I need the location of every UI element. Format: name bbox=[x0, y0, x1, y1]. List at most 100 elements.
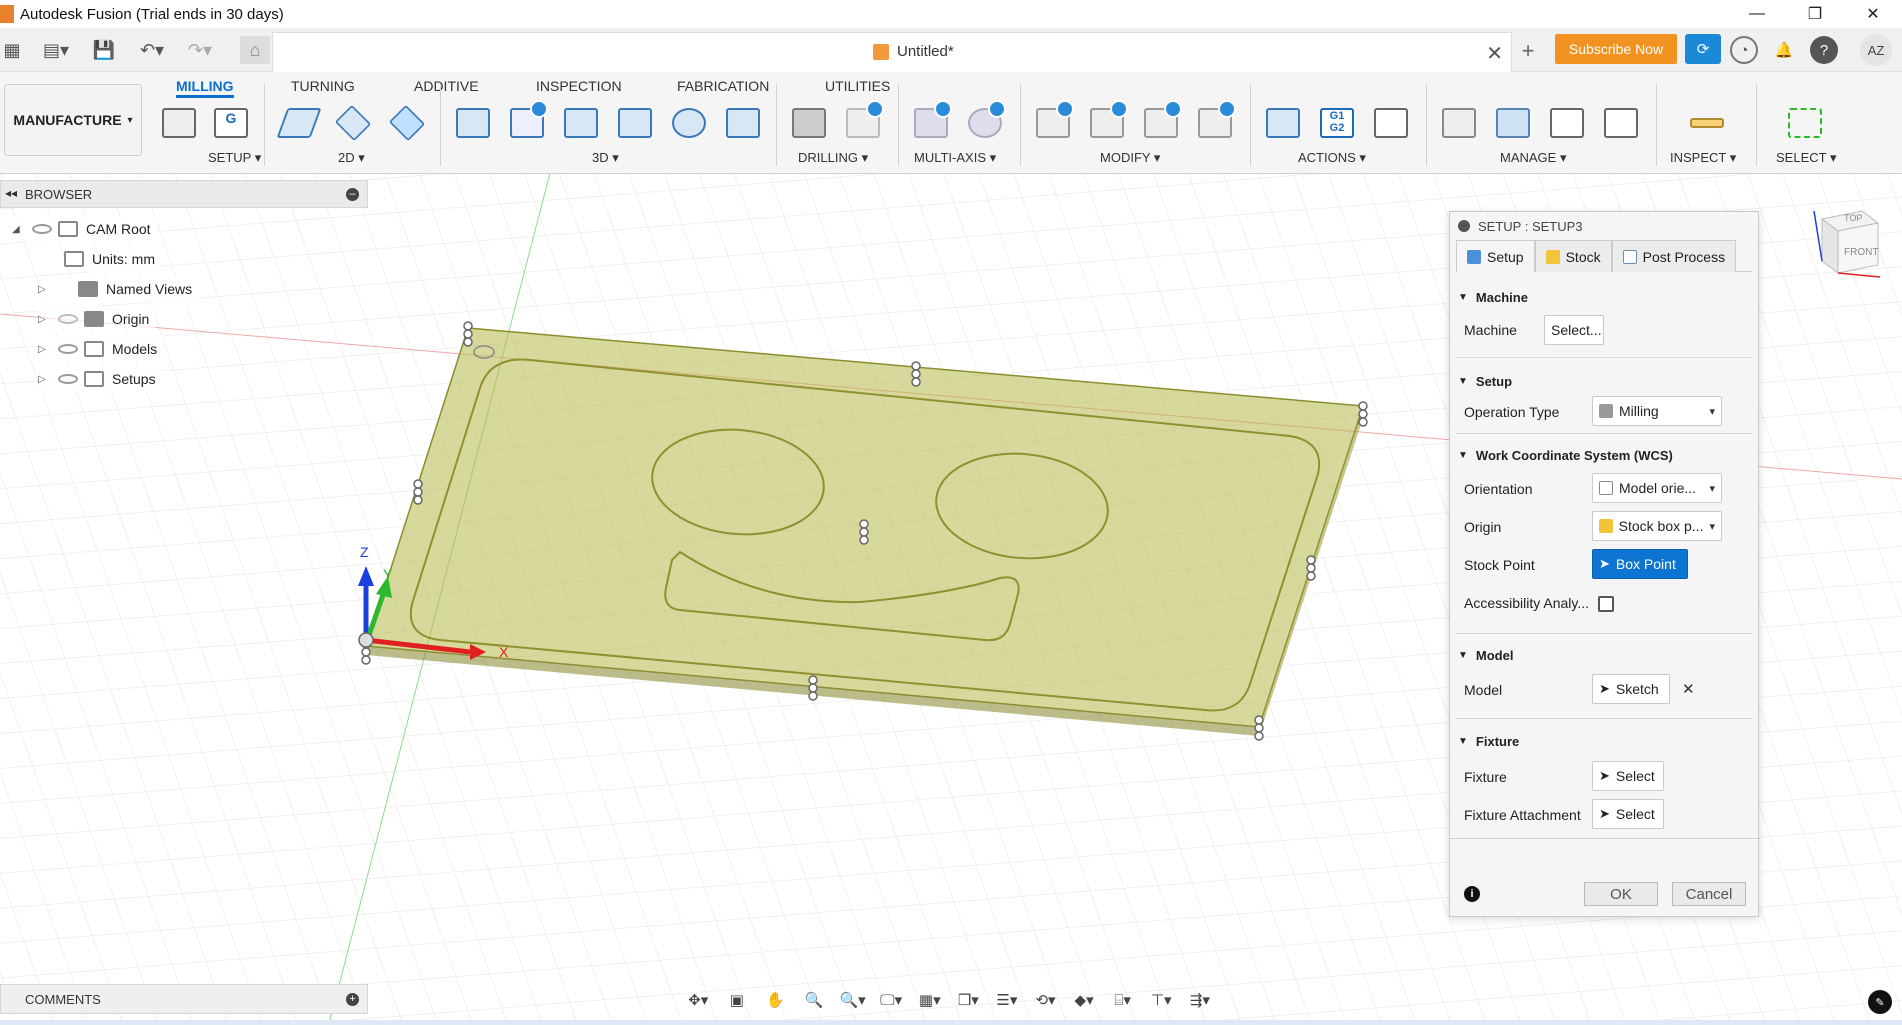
2d-adaptive-icon[interactable] bbox=[276, 100, 322, 142]
zoom-icon[interactable]: 🔍 bbox=[800, 989, 829, 1011]
2d-pocket-icon[interactable] bbox=[332, 100, 374, 142]
simulation-display-icon[interactable]: ⇶▾ bbox=[1186, 989, 1215, 1011]
pattern-icon[interactable] bbox=[1140, 100, 1182, 142]
swarf-icon[interactable] bbox=[910, 100, 952, 142]
collapse-panel-icon[interactable]: ◂◂ bbox=[5, 186, 17, 200]
orientation-dropdown[interactable]: Model orie... bbox=[1592, 473, 1722, 503]
browser-node-origin[interactable]: ▷ Origin bbox=[38, 306, 156, 332]
dialog-header[interactable]: SETUP : SETUP3 bbox=[1450, 212, 1758, 240]
extensions-icon[interactable]: ⟳ bbox=[1685, 34, 1721, 64]
visibility-eye-icon[interactable] bbox=[58, 374, 78, 384]
tab-setup[interactable]: Setup bbox=[1456, 240, 1535, 272]
drill-icon[interactable] bbox=[788, 100, 830, 142]
pan-icon[interactable]: ✋ bbox=[761, 989, 790, 1011]
tab-utilities[interactable]: UTILITIES bbox=[825, 74, 890, 98]
group-modify-label[interactable]: MODIFY ▾ bbox=[1100, 150, 1160, 166]
viewcube[interactable]: TOP FRONT bbox=[1810, 205, 1882, 285]
measure-icon[interactable] bbox=[1686, 100, 1728, 142]
fit-icon[interactable]: 🔍▾ bbox=[838, 989, 867, 1011]
operation-type-dropdown[interactable]: Milling bbox=[1592, 396, 1722, 426]
look-at-icon[interactable]: ▣ bbox=[723, 989, 752, 1011]
section-model[interactable]: ▼ Model bbox=[1458, 648, 1513, 663]
group-inspect-label[interactable]: INSPECT ▾ bbox=[1670, 150, 1736, 166]
close-button[interactable]: ✕ bbox=[1844, 0, 1902, 28]
camera-icon[interactable]: ⌸▾ bbox=[1108, 989, 1137, 1011]
minimize-panel-icon[interactable]: – bbox=[346, 188, 359, 201]
browser-node-setups[interactable]: ▷ Setups bbox=[38, 366, 162, 392]
tab-turning[interactable]: TURNING bbox=[291, 74, 355, 98]
expand-triangle-icon[interactable]: ▷ bbox=[38, 374, 52, 385]
workspace-switcher[interactable]: MANUFACTURE ▾ bbox=[4, 84, 142, 156]
scallop-icon[interactable] bbox=[668, 100, 710, 142]
cut-icon[interactable] bbox=[1032, 100, 1074, 142]
group-multi-axis-label[interactable]: MULTI-AXIS ▾ bbox=[914, 150, 996, 166]
subscribe-button[interactable]: Subscribe Now bbox=[1555, 34, 1677, 64]
undo-icon[interactable]: ↶▾ bbox=[132, 36, 172, 64]
user-avatar[interactable]: AZ bbox=[1860, 34, 1892, 66]
nc-program-icon[interactable]: G bbox=[210, 100, 252, 142]
tool-library-icon[interactable] bbox=[1438, 100, 1480, 142]
fixture-attachment-select-button[interactable]: ➤ Select bbox=[1592, 799, 1664, 829]
group-2d-label[interactable]: 2D ▾ bbox=[338, 150, 365, 166]
expand-triangle-icon[interactable]: ▷ bbox=[38, 284, 52, 295]
group-3d-label[interactable]: 3D ▾ bbox=[592, 150, 619, 166]
viewports-icon[interactable]: ❒▾ bbox=[954, 989, 983, 1011]
feedback-icon[interactable]: ✎ bbox=[1868, 990, 1892, 1014]
accessibility-checkbox[interactable] bbox=[1598, 596, 1614, 612]
group-setup-label[interactable]: SETUP ▾ bbox=[208, 150, 261, 166]
save-icon[interactable]: 💾 bbox=[92, 36, 116, 64]
job-status-icon[interactable]: ◔ bbox=[1730, 36, 1758, 64]
expand-triangle-icon[interactable]: ▷ bbox=[38, 344, 52, 355]
model-select-button[interactable]: ➤ Sketch bbox=[1592, 674, 1670, 704]
ok-button[interactable]: OK bbox=[1584, 882, 1658, 906]
group-select-label[interactable]: SELECT ▾ bbox=[1776, 150, 1836, 166]
grid-settings-icon[interactable]: ▦▾ bbox=[915, 989, 944, 1011]
stock-point-button[interactable]: ➤ Box Point bbox=[1592, 549, 1688, 579]
home-icon[interactable]: ⌂ bbox=[240, 36, 270, 64]
browser-node-models[interactable]: ▷ Models bbox=[38, 336, 164, 362]
select-box-icon[interactable] bbox=[1784, 100, 1826, 142]
tab-post-process[interactable]: Post Process bbox=[1611, 240, 1737, 272]
browser-node-named-views[interactable]: ▷ Named Views bbox=[38, 276, 199, 302]
document-tab[interactable]: Untitled* ✕ bbox=[272, 32, 1512, 72]
section-wcs[interactable]: ▼ Work Coordinate System (WCS) bbox=[1458, 448, 1673, 463]
post-library-icon[interactable] bbox=[1600, 100, 1642, 142]
tab-milling[interactable]: MILLING bbox=[176, 74, 234, 98]
machine-library-icon[interactable] bbox=[1492, 100, 1534, 142]
group-actions-label[interactable]: ACTIONS ▾ bbox=[1298, 150, 1366, 166]
section-machine[interactable]: ▼ Machine bbox=[1458, 290, 1528, 305]
parallel-icon[interactable] bbox=[560, 100, 602, 142]
expanded-triangle-icon[interactable]: ◢ bbox=[12, 224, 26, 235]
rotate-icon[interactable]: ⟲▾ bbox=[1031, 989, 1060, 1011]
close-tab-icon[interactable]: ✕ bbox=[1486, 41, 1503, 66]
restore-button[interactable]: ❐ bbox=[1786, 0, 1844, 28]
delete-toolpath-icon[interactable] bbox=[1086, 100, 1128, 142]
help-icon[interactable]: ? bbox=[1810, 36, 1838, 64]
expand-triangle-icon[interactable]: ▷ bbox=[38, 314, 52, 325]
hidden-eye-icon[interactable] bbox=[58, 314, 78, 324]
tab-fabrication[interactable]: FABRICATION bbox=[677, 74, 769, 98]
file-menu-icon[interactable]: ▤▾ bbox=[36, 36, 76, 64]
template-library-icon[interactable] bbox=[1546, 100, 1588, 142]
viewcube-top[interactable]: TOP bbox=[1844, 213, 1862, 223]
face-icon[interactable] bbox=[386, 100, 428, 142]
contour-icon[interactable] bbox=[614, 100, 656, 142]
post-process-icon[interactable]: G1 G2 bbox=[1316, 100, 1358, 142]
orbit-icon[interactable]: ✥▾ bbox=[684, 989, 713, 1011]
pocket-clearing-icon[interactable] bbox=[506, 100, 548, 142]
viewcube-front[interactable]: FRONT bbox=[1844, 247, 1878, 258]
new-tab-button[interactable]: + bbox=[1515, 38, 1541, 64]
tab-inspection[interactable]: INSPECTION bbox=[536, 74, 622, 98]
machine-select-button[interactable]: Select... bbox=[1544, 315, 1604, 345]
app-grid-icon[interactable]: ▦ bbox=[0, 36, 24, 64]
group-drilling-label[interactable]: DRILLING ▾ bbox=[798, 150, 868, 166]
hole-recognition-icon[interactable] bbox=[842, 100, 884, 142]
manual-nc-icon[interactable] bbox=[1194, 100, 1236, 142]
setup-sheet-icon[interactable] bbox=[1370, 100, 1412, 142]
info-icon[interactable]: i bbox=[1464, 886, 1480, 902]
simulate-icon[interactable] bbox=[1262, 100, 1304, 142]
display-settings-icon[interactable]: 🖵▾ bbox=[877, 989, 906, 1011]
3d-adaptive-icon[interactable] bbox=[452, 100, 494, 142]
minimize-button[interactable]: — bbox=[1728, 0, 1786, 28]
new-setup-icon[interactable] bbox=[158, 100, 200, 142]
